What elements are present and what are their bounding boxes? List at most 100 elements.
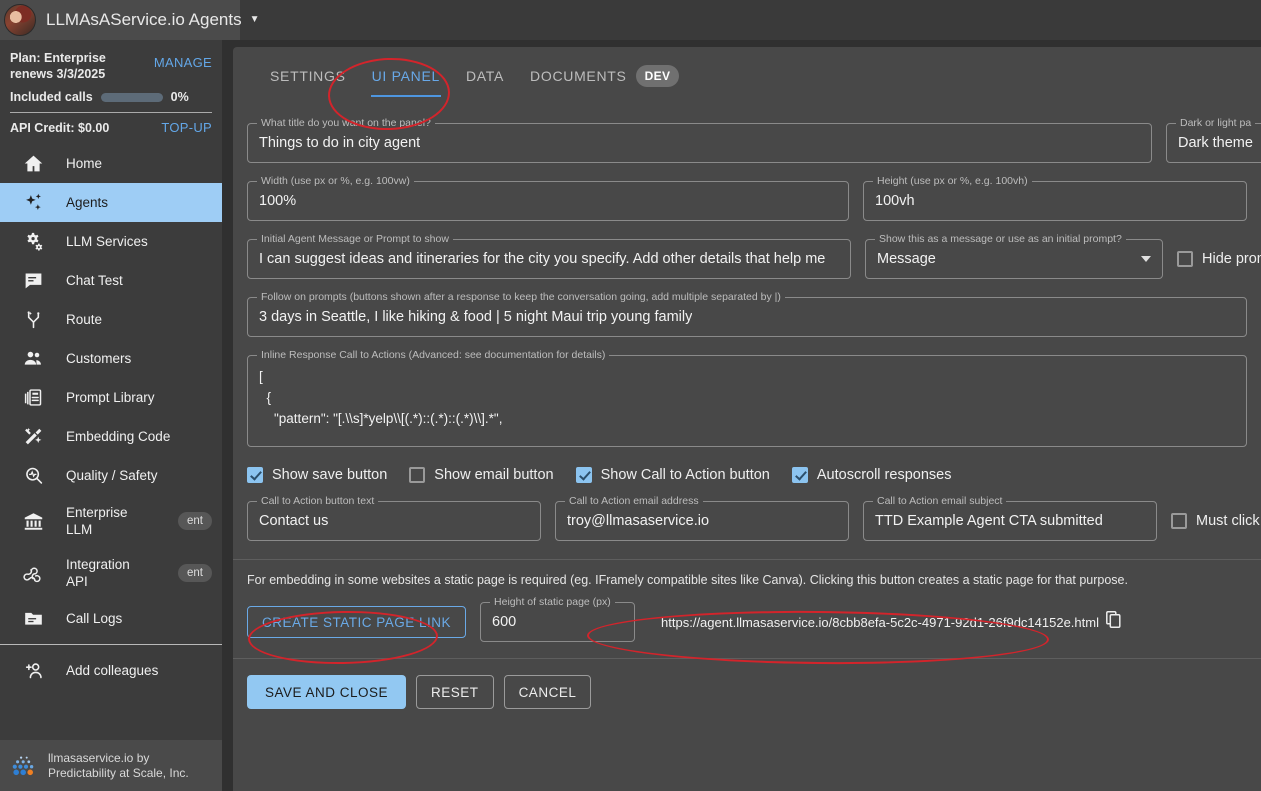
main-panel: SETTINGS UI PANEL DATA DOCUMENTS DEV What ti…	[233, 47, 1261, 791]
static-height-label: Height of static page (px)	[490, 596, 615, 608]
sidebar-item-agents[interactable]: Agents	[0, 183, 222, 222]
sidebar-item-embedding-code[interactable]: Embedding Code	[0, 417, 222, 456]
sidebar-item-label: Call Logs	[66, 611, 123, 626]
chevron-down-icon[interactable]: ▼	[250, 15, 260, 25]
checkbox-box[interactable]	[791, 467, 808, 483]
row-cta-fields: Call to Action button text Contact us Ca…	[233, 495, 1261, 541]
checkbox-label: Show Call to Action button	[600, 467, 770, 483]
initial-message-value: I can suggest ideas and itineraries for …	[259, 251, 826, 267]
sidebar-item-customers[interactable]: Customers	[0, 339, 222, 378]
sidebar-divider	[0, 644, 222, 645]
must-click-label: Must click	[1196, 513, 1260, 529]
cta-email-field[interactable]: Call to Action email address troy@llmasa…	[555, 495, 849, 541]
sidebar-item-label: Quality / Safety	[66, 468, 158, 483]
tab-documents[interactable]: DOCUMENTS DEV	[517, 47, 692, 105]
static-page-url[interactable]: https://agent.llmasaservice.io/8cbb8efa-…	[661, 615, 1099, 630]
checkbox-show-save-button[interactable]: Show save button	[247, 467, 387, 483]
add-person-icon	[22, 660, 44, 682]
tools-icon	[22, 426, 44, 448]
sidebar-item-quality-safety[interactable]: Quality / Safety	[0, 456, 222, 495]
checkbox-show-call-to-action-button[interactable]: Show Call to Action button	[575, 467, 770, 483]
tab-label: DATA	[465, 68, 505, 84]
must-click-checkbox[interactable]: Must click	[1171, 513, 1260, 529]
theme-select-value: Dark theme	[1178, 135, 1253, 151]
plan-renewal: renews 3/3/2025	[10, 67, 106, 81]
checkbox-label: Show email button	[434, 467, 554, 483]
panel-title-field[interactable]: What title do you want on the panel? Thi…	[247, 117, 1152, 163]
checkbox-show-email-button[interactable]: Show email button	[409, 467, 554, 483]
cta-button-text-value: Contact us	[259, 513, 329, 529]
sidebar-item-add-colleagues[interactable]: Add colleagues	[0, 651, 222, 690]
magnifier-pulse-icon	[22, 465, 44, 487]
sidebar-item-route[interactable]: Route	[0, 300, 222, 339]
tab-settings[interactable]: SETTINGS	[257, 47, 359, 105]
width-field[interactable]: Width (use px or %, e.g. 100vw) 100%	[247, 175, 849, 221]
tab-label: UI PANEL	[371, 68, 440, 84]
checkbox-box[interactable]	[247, 467, 263, 483]
sidebar-item-prompt-library[interactable]: Prompt Library	[0, 378, 222, 417]
included-calls-label: Included calls	[10, 90, 93, 104]
gears-icon	[22, 231, 44, 253]
checkbox-autoscroll-responses[interactable]: Autoscroll responses	[791, 467, 951, 483]
message-mode-select[interactable]: Show this as a message or use as an init…	[865, 233, 1163, 279]
cta-email-label: Call to Action email address	[565, 495, 703, 507]
sidebar-item-call-logs[interactable]: Call Logs	[0, 599, 222, 638]
reset-button[interactable]: RESET	[416, 675, 494, 709]
inline-cta-field[interactable]: Inline Response Call to Actions (Advance…	[247, 349, 1247, 447]
message-mode-label: Show this as a message or use as an init…	[875, 233, 1126, 245]
webhook-icon	[22, 562, 44, 584]
inline-cta-label: Inline Response Call to Actions (Advance…	[257, 349, 610, 361]
app-title: LLMAsAService.io Agents	[46, 10, 242, 29]
panel-title-value: Things to do in city agent	[259, 135, 421, 151]
row-title-theme: What title do you want on the panel? Thi…	[233, 117, 1261, 163]
footer-line-2: Predictability at Scale, Inc.	[48, 765, 189, 780]
height-field[interactable]: Height (use px or %, e.g. 100vh) 100vh	[863, 175, 1247, 221]
app-header: LLMAsAService.io Agents ▼	[0, 0, 260, 40]
tab-ui-panel[interactable]: UI PANEL	[359, 47, 453, 105]
checkbox-box[interactable]	[409, 467, 426, 483]
sidebar-item-label: Embedding Code	[66, 429, 171, 444]
bottom-divider	[233, 658, 1261, 659]
plan-summary: Plan: Enterprise renews 3/3/2025 MANAGE …	[0, 40, 222, 144]
sidebar-item-chat-test[interactable]: Chat Test	[0, 261, 222, 300]
follow-on-field[interactable]: Follow on prompts (buttons shown after a…	[247, 291, 1247, 337]
hide-prompt-checkbox[interactable]: Hide prom	[1177, 251, 1261, 267]
tab-data[interactable]: DATA	[453, 47, 517, 105]
inline-cta-value: [ { "pattern": "[.\\s]*yelp\\[(.*)::(.*)…	[259, 369, 503, 426]
row-inline-cta: Inline Response Call to Actions (Advance…	[233, 349, 1261, 447]
static-height-field[interactable]: Height of static page (px) 600	[480, 596, 636, 642]
save-and-close-button[interactable]: SAVE AND CLOSE	[247, 675, 407, 709]
sidebar-item-enterprise-llm[interactable]: Enterprise LLM ent	[0, 495, 222, 547]
sidebar-item-badge: ent	[178, 512, 212, 530]
route-icon	[22, 309, 44, 331]
tab-badge-dev: DEV	[635, 65, 680, 87]
checkbox-box[interactable]	[1177, 251, 1193, 267]
checkbox-box[interactable]	[1171, 513, 1187, 529]
height-value: 100vh	[875, 193, 915, 209]
row-static-page: CREATE STATIC PAGE LINK Height of static…	[233, 596, 1261, 642]
cta-subject-field[interactable]: Call to Action email subject TTD Example…	[863, 495, 1157, 541]
sidebar-item-llm-services[interactable]: LLM Services	[0, 222, 222, 261]
static-page-help-text: For embedding in some websites a static …	[247, 573, 1128, 587]
checkbox-box[interactable]	[575, 467, 592, 483]
included-calls-percent: 0%	[170, 90, 189, 104]
user-avatar[interactable]	[4, 4, 36, 36]
cancel-button[interactable]: CANCEL	[503, 675, 592, 709]
copy-icon[interactable]	[1106, 611, 1121, 633]
theme-select-field[interactable]: Dark or light pa Dark theme	[1166, 117, 1261, 163]
footer-line-1: llmasaservice.io by	[48, 750, 150, 765]
manage-plan-link[interactable]: MANAGE	[154, 50, 212, 70]
chevron-down-icon[interactable]	[1141, 256, 1151, 262]
sidebar-item-home[interactable]: Home	[0, 144, 222, 183]
create-static-page-link-button[interactable]: CREATE STATIC PAGE LINK	[247, 606, 467, 638]
width-label: Width (use px or %, e.g. 100vw)	[257, 175, 414, 187]
chat-bubble-icon	[22, 270, 44, 292]
initial-message-label: Initial Agent Message or Prompt to show	[257, 233, 453, 245]
display-options-checkboxes: Show save button Show email button Show Ca…	[233, 467, 1261, 483]
appbar-background-right	[240, 0, 1261, 40]
sidebar-item-integration-api[interactable]: Integration API ent	[0, 547, 222, 599]
initial-message-field[interactable]: Initial Agent Message or Prompt to show …	[247, 233, 851, 279]
cta-button-text-field[interactable]: Call to Action button text Contact us	[247, 495, 541, 541]
top-up-link[interactable]: TOP-UP	[161, 120, 212, 135]
people-icon	[22, 348, 44, 370]
